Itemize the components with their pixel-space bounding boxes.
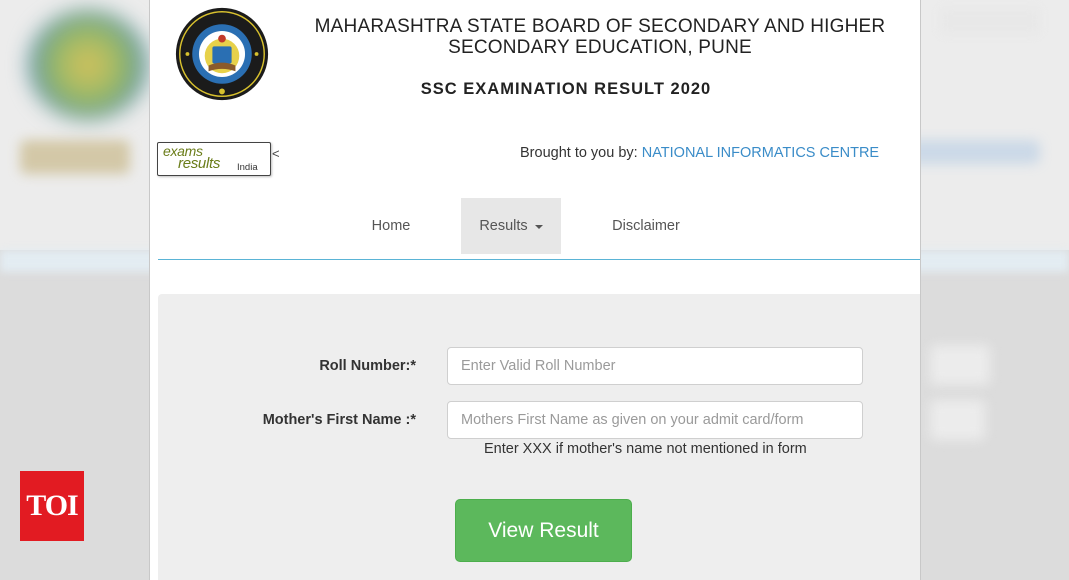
nav-disclaimer[interactable]: Disclaimer [591, 198, 701, 254]
roll-number-label: Roll Number:* [319, 358, 416, 374]
brought-to-you-by: Brought to you by: NATIONAL INFORMATICS … [520, 145, 879, 161]
brought-prefix: Brought to you by: [520, 145, 638, 161]
logo-word-results: results [178, 155, 221, 172]
background-blur-text [900, 140, 1040, 164]
result-form: Roll Number:* Mother's First Name :* Ent… [158, 294, 920, 580]
view-result-button[interactable]: View Result [455, 499, 632, 562]
exam-result-heading: SSC EXAMINATION RESULT 2020 [420, 80, 712, 98]
mother-name-label: Mother's First Name :* [262, 412, 416, 428]
mother-name-help: Enter XXX if mother's name not mentioned… [484, 441, 807, 457]
background-blur-emblem [28, 10, 148, 120]
roll-number-input[interactable] [447, 347, 863, 385]
logo-word-india: India [237, 162, 258, 173]
nic-link[interactable]: NATIONAL INFORMATICS CENTRE [642, 145, 879, 161]
stray-character: < [272, 146, 280, 161]
nav-divider [158, 259, 920, 260]
mother-name-input[interactable] [447, 401, 863, 439]
board-title: MAHARASHTRA STATE BOARD OF SECONDARY AND… [314, 16, 886, 58]
nav-home[interactable]: Home [350, 198, 432, 254]
background-blur-header [940, 8, 1040, 34]
background-blur-field [930, 400, 985, 440]
toi-watermark-logo: TOI [20, 471, 84, 541]
caret-down-icon [534, 225, 543, 229]
nav-results-label: Results [479, 218, 528, 234]
exams-results-india-logo[interactable]: exams results India [157, 142, 271, 176]
result-page: MAHARASHTRA STATE BOARD OF SECONDARY AND… [149, 0, 921, 580]
background-blur-field [930, 345, 990, 385]
nav-results-dropdown[interactable]: Results [461, 198, 561, 254]
main-nav: Home Results Disclaimer [150, 198, 920, 254]
msbshse-emblem-icon [175, 7, 269, 101]
nav-home-label: Home [371, 218, 411, 234]
nav-disclaimer-label: Disclaimer [612, 218, 680, 234]
background-blur-logo [20, 140, 130, 174]
